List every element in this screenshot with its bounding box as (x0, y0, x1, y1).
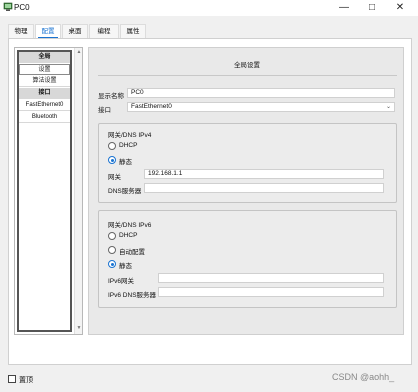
ipv6-dhcp-label: DHCP (119, 232, 138, 239)
ipv6-group: 网关/DNS IPv6 DHCP 自动配置 静态 IPv6网关 IPv6 DNS… (98, 210, 397, 308)
always-on-top-label: 置顶 (19, 377, 33, 384)
ipv6-auto-radio[interactable] (108, 246, 116, 254)
ipv6-dns-field[interactable] (158, 287, 384, 297)
sidebar-item-bluetooth[interactable]: Bluetooth (19, 112, 70, 123)
title-divider (98, 75, 397, 76)
ipv4-dhcp-radio[interactable] (108, 142, 116, 150)
ipv4-group-title: 网关/DNS IPv4 (108, 132, 152, 139)
ipv4-gateway-field[interactable]: 192.168.1.1 (144, 169, 384, 179)
ipv4-dns-field[interactable] (144, 183, 384, 193)
sidebar-header-interface: 接口 (19, 88, 70, 99)
global-settings-pane: 全局设置 显示名称 PC0 接口 FastEthernet0 ⌄ 网关/DNS … (88, 47, 404, 335)
close-button[interactable]: ✕ (388, 0, 412, 16)
title-bar: PC0 — □ ✕ (0, 0, 418, 16)
ipv6-static-radio[interactable] (108, 260, 116, 268)
ipv6-dns-label: IPv6 DNS服务器 (108, 292, 157, 299)
ipv4-gateway-label: 网关 (108, 174, 121, 181)
ipv6-gateway-label: IPv6网关 (108, 278, 135, 285)
ipv6-static-label: 静态 (119, 263, 132, 270)
ipv6-gateway-field[interactable] (158, 273, 384, 283)
interface-label: 接口 (98, 107, 111, 114)
tab-config[interactable]: 配置 (35, 24, 61, 39)
tab-attributes[interactable]: 属性 (120, 24, 146, 38)
pane-title: 全局设置 (234, 62, 260, 69)
sidebar-list: 全局 设置 算法设置 接口 FastEthernet0 Bluetooth (17, 50, 72, 332)
display-name-field[interactable]: PC0 (127, 88, 395, 98)
display-name-label: 显示名称 (98, 93, 124, 100)
ipv4-static-radio[interactable] (108, 156, 116, 164)
sidebar-item-settings[interactable]: 设置 (19, 64, 70, 75)
watermark: CSDN @aohh_ (332, 372, 395, 382)
ipv6-group-title: 网关/DNS IPv6 (108, 222, 152, 229)
scroll-down-icon[interactable]: ▼ (75, 325, 83, 331)
always-on-top-checkbox[interactable] (8, 375, 16, 383)
sidebar: 全局 设置 算法设置 接口 FastEthernet0 Bluetooth ▲ … (14, 47, 83, 335)
sidebar-scrollbar[interactable]: ▲ ▼ (74, 48, 82, 334)
ipv6-auto-label: 自动配置 (119, 249, 145, 256)
maximize-button[interactable]: □ (360, 0, 384, 16)
minimize-button[interactable]: — (332, 0, 356, 16)
sidebar-header-global: 全局 (19, 52, 70, 63)
tab-desktop[interactable]: 桌面 (62, 24, 88, 38)
ipv4-group: 网关/DNS IPv4 DHCP 静态 网关 192.168.1.1 DNS服务… (98, 123, 397, 203)
ipv4-static-label: 静态 (119, 159, 132, 166)
sidebar-item-fastethernet0[interactable]: FastEthernet0 (19, 100, 70, 111)
pc-icon (3, 2, 13, 11)
tab-physical[interactable]: 物理 (8, 24, 34, 38)
ipv6-dhcp-radio[interactable] (108, 232, 116, 240)
chevron-down-icon: ⌄ (385, 104, 391, 110)
scroll-up-icon[interactable]: ▲ (75, 49, 83, 55)
ipv4-dhcp-label: DHCP (119, 142, 138, 149)
tab-programming[interactable]: 编程 (89, 24, 119, 38)
sidebar-item-algorithm[interactable]: 算法设置 (19, 76, 70, 87)
ipv4-dns-label: DNS服务器 (108, 188, 142, 195)
window-title: PC0 (14, 3, 30, 12)
interface-select[interactable]: FastEthernet0 ⌄ (127, 102, 395, 112)
interface-select-value: FastEthernet0 (131, 103, 172, 110)
